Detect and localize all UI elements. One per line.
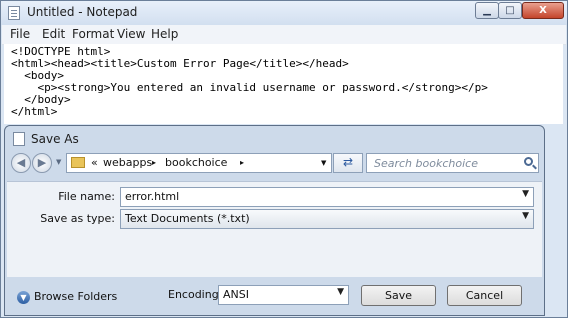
browse-folders-toggle[interactable]: ▼ Browse Folders xyxy=(17,290,117,304)
notepad-title-bar[interactable]: Untitled - Notepad ▁ □ X xyxy=(1,1,567,25)
menu-file[interactable]: File xyxy=(10,27,30,41)
menu-format[interactable]: Format xyxy=(72,27,114,41)
editor-line: </html> xyxy=(11,105,58,118)
search-icon[interactable] xyxy=(524,157,533,166)
save-as-type-label: Save as type: xyxy=(40,212,115,225)
menu-edit[interactable]: Edit xyxy=(42,27,65,41)
save-as-dialog: Save As ◀ ▶ ▼ « webapps ▸ bookchoice ▸ ▼… xyxy=(4,125,545,316)
menu-help[interactable]: Help xyxy=(151,27,178,41)
forward-arrow-icon[interactable]: ▶ xyxy=(32,153,52,173)
chevron-down-icon[interactable]: ▼ xyxy=(522,189,529,199)
file-name-input[interactable]: error.html ▼ xyxy=(120,187,534,207)
maximize-button[interactable]: □ xyxy=(498,2,522,19)
window-title: Untitled - Notepad xyxy=(27,5,138,19)
file-name-label: File name: xyxy=(58,190,115,203)
dialog-icon xyxy=(13,132,25,146)
recent-locations-chevron-icon[interactable]: ▼ xyxy=(56,158,61,166)
folder-icon xyxy=(71,157,85,168)
file-name-value: error.html xyxy=(125,190,180,203)
address-dropdown-icon[interactable]: ▼ xyxy=(321,159,326,167)
close-button[interactable]: X xyxy=(522,2,564,19)
refresh-icon[interactable]: ⇄ xyxy=(333,153,363,173)
browse-folders-label: Browse Folders xyxy=(34,290,118,303)
navigation-bar: ◀ ▶ ▼ « webapps ▸ bookchoice ▸ ▼ ⇄ Searc… xyxy=(11,151,539,177)
menu-view[interactable]: View xyxy=(117,27,145,41)
editor-line: <p><strong>You entered an invalid userna… xyxy=(11,81,488,94)
encoding-label: Encoding: xyxy=(168,288,223,301)
breadcrumb-separator-icon[interactable]: ▸ xyxy=(240,158,244,167)
save-button[interactable]: Save xyxy=(361,285,436,306)
save-as-type-select[interactable]: Text Documents (*.txt) ▼ xyxy=(120,209,534,229)
chevron-down-icon[interactable]: ▼ xyxy=(337,287,344,297)
text-editor[interactable]: <!DOCTYPE html> <html><head><title>Custo… xyxy=(4,44,563,124)
search-box[interactable]: Search bookchoice xyxy=(366,153,539,173)
breadcrumb-separator-icon[interactable]: ▸ xyxy=(152,158,156,167)
encoding-select[interactable]: ANSI ▼ xyxy=(218,285,349,305)
address-bar[interactable]: « webapps ▸ bookchoice ▸ ▼ xyxy=(66,153,332,173)
breadcrumb-bookchoice[interactable]: bookchoice xyxy=(165,156,227,169)
breadcrumb-prefix[interactable]: « xyxy=(91,156,98,169)
expand-chevron-icon[interactable]: ▼ xyxy=(17,290,30,304)
menu-bar: File Edit Format View Help xyxy=(2,25,566,45)
chevron-down-icon[interactable]: ▼ xyxy=(522,211,529,221)
dialog-footer: ▼ Browse Folders Encoding: ANSI ▼ Save Ca… xyxy=(5,277,544,315)
dialog-title: Save As xyxy=(31,132,79,146)
breadcrumb-webapps[interactable]: webapps xyxy=(103,156,152,169)
minimize-button[interactable]: ▁ xyxy=(475,2,499,19)
back-arrow-icon[interactable]: ◀ xyxy=(11,153,31,173)
cancel-button[interactable]: Cancel xyxy=(447,285,522,306)
search-placeholder: Search bookchoice xyxy=(374,157,478,170)
encoding-value: ANSI xyxy=(223,288,249,301)
save-as-type-value: Text Documents (*.txt) xyxy=(125,212,250,225)
save-form: File name: error.html ▼ Save as type: Te… xyxy=(7,181,542,278)
notepad-icon xyxy=(8,6,20,20)
